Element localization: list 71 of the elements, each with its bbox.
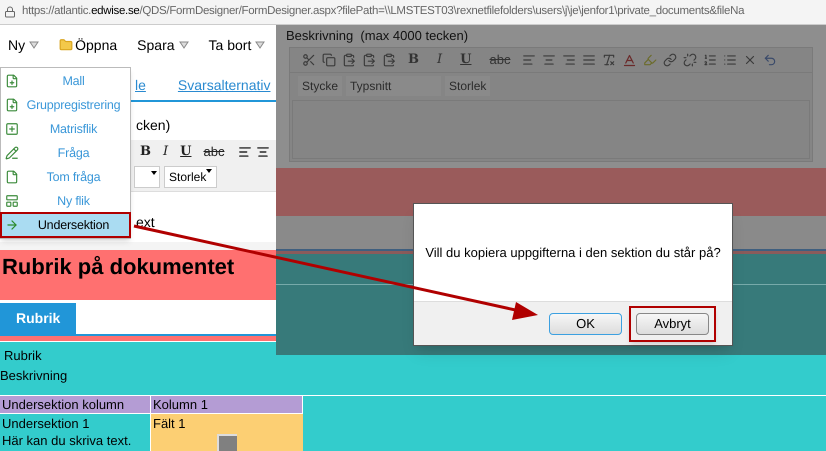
menu-item-icon — [5, 74, 19, 88]
copy-icon[interactable] — [322, 53, 336, 67]
toolbar-button[interactable]: Spara — [137, 34, 189, 56]
section-description: Beskrivning — [0, 366, 68, 385]
document-heading: Rubrik på dokumentet — [2, 254, 234, 279]
link-icon[interactable] — [663, 53, 678, 67]
menu-item[interactable]: Mall — [1, 69, 130, 93]
align-left-icon[interactable] — [238, 144, 252, 158]
column-header: Undersektion kolumn — [0, 396, 151, 413]
caret-icon — [29, 41, 40, 49]
format-button[interactable]: abc — [483, 50, 516, 70]
dialog-button[interactable]: Avbryt — [636, 312, 709, 334]
url-text: https://atlantic.edwise.se/QDS/FormDesigner/FormDesigner.aspx?filePath=\\LMSTEST03\rexnetfilefolders\users\j\je\jenfor1\private_documents&fileNa — [22, 4, 744, 20]
menu-item[interactable]: Ny flik — [1, 189, 130, 213]
format-select[interactable]: Typsnitt — [346, 76, 442, 96]
menu-item-icon — [5, 146, 19, 160]
format-button[interactable]: B — [402, 50, 425, 70]
scissors-icon[interactable] — [302, 53, 316, 67]
field-label: Beskrivning (max 4000 tecken) — [286, 28, 468, 44]
text-color-icon[interactable] — [622, 52, 638, 68]
unlink-icon[interactable] — [683, 53, 698, 67]
section-tab[interactable]: Rubrik — [0, 303, 76, 334]
tab-link[interactable]: Svarsalternativ — [178, 75, 270, 96]
numbered-list-icon[interactable] — [703, 53, 718, 67]
size-select[interactable]: Storlek — [164, 166, 218, 188]
format-button[interactable]: I — [157, 142, 174, 162]
menu-item-icon — [5, 170, 19, 184]
menu-item-icon — [5, 98, 19, 112]
format-button[interactable]: I — [431, 50, 448, 70]
menu-item[interactable]: Undersektion — [1, 213, 130, 237]
dialog-message: Vill du kopiera uppgifterna i den sektion du står på? — [425, 244, 721, 262]
undo-icon[interactable] — [763, 53, 778, 67]
clear-format-icon[interactable] — [602, 53, 616, 67]
menu-item[interactable]: Fråga — [1, 141, 130, 165]
format-select[interactable]: Stycke — [298, 76, 342, 96]
menu-item-icon — [5, 194, 19, 208]
caret-icon — [178, 41, 189, 49]
menu-item[interactable]: Gruppregistrering — [1, 93, 130, 117]
menu-item[interactable]: Tom fråga — [1, 165, 130, 189]
format-button[interactable]: abc — [197, 142, 230, 162]
format-select[interactable]: Storlek — [445, 76, 490, 96]
format-button[interactable]: U — [174, 142, 198, 162]
toolbar-button[interactable]: Öppna — [59, 34, 118, 56]
field-cell: Fält 1 — [151, 414, 303, 451]
folder-icon — [59, 38, 74, 52]
caret-icon — [255, 41, 266, 49]
column-header: Kolumn 1 — [151, 396, 303, 413]
paste-icon[interactable] — [362, 53, 376, 67]
field-label: cken) — [136, 116, 170, 135]
menu-item[interactable]: Matrisflik — [1, 117, 130, 141]
format-button[interactable]: B — [134, 142, 157, 162]
toolbar-button[interactable]: Ny — [8, 34, 40, 56]
square-button[interactable] — [217, 434, 237, 451]
dropdown-arrow-icon — [206, 169, 212, 173]
bullet-list-icon[interactable] — [723, 53, 738, 67]
section-title: Rubrik — [3, 347, 42, 365]
tab-link[interactable]: le — [135, 75, 146, 96]
align-justify-icon[interactable] — [582, 53, 596, 67]
align-center-icon[interactable] — [256, 144, 270, 158]
menu-item-icon — [5, 122, 19, 136]
dropdown-arrow-icon — [151, 171, 157, 175]
address-bar[interactable]: https://atlantic.edwise.se/QDS/FormDesigner/FormDesigner.aspx?filePath=\\LMSTEST03\rexnetfilefolders\users\j\je\jenfor1\private_documents&fileNa — [0, 0, 826, 25]
paste-icon[interactable] — [342, 53, 356, 67]
align-right-icon[interactable] — [562, 53, 576, 67]
format-button[interactable]: U — [454, 50, 478, 70]
menu-item-icon — [5, 218, 19, 232]
dialog-button[interactable]: OK — [549, 312, 622, 334]
toolbar-button[interactable]: Ta bort — [208, 34, 266, 56]
paste-icon[interactable] — [382, 53, 396, 67]
lock-icon — [4, 6, 16, 18]
font-select[interactable] — [134, 166, 160, 188]
